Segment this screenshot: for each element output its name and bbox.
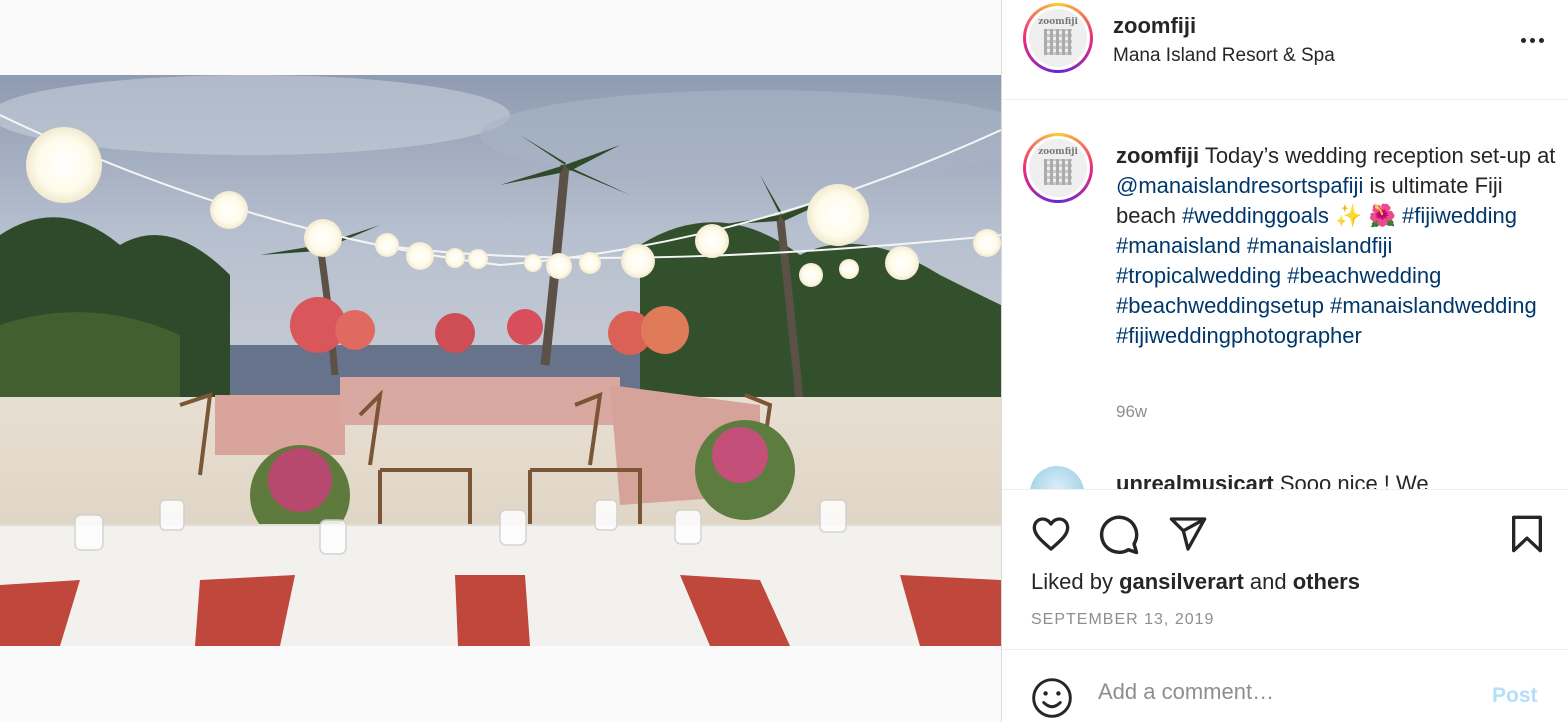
emoji-icon[interactable] — [1030, 676, 1074, 722]
hashtag-link[interactable]: #beachwedding — [1287, 263, 1441, 288]
commenter-avatar[interactable] — [1030, 466, 1084, 489]
hashtag-link[interactable]: #tropicalwedding — [1116, 263, 1281, 288]
caption-avatar[interactable]: zoomfiji — [1023, 133, 1093, 203]
bookmark-icon[interactable] — [1507, 512, 1547, 561]
hashtag-link[interactable]: #manaislandfiji — [1247, 233, 1393, 258]
comment-input[interactable] — [1098, 672, 1478, 712]
comments-section[interactable]: zoomfiji zoomfiji Today’s wedding recept… — [1002, 101, 1568, 489]
post-actions: Liked by gansilverart and others SEPTEMB… — [1002, 489, 1568, 649]
post-location[interactable]: Mana Island Resort & Spa — [1113, 45, 1335, 67]
post-photo[interactable] — [0, 75, 1001, 646]
caption-text: Today’s wedding reception set-up at — [1199, 143, 1556, 168]
comment-item: unrealmusicart Sooo nice ! We — [1116, 469, 1429, 489]
hashtag-link[interactable]: #beachweddingsetup — [1116, 293, 1324, 318]
caption-username[interactable]: zoomfiji — [1116, 143, 1199, 168]
media-pane — [0, 0, 1001, 722]
mention-link[interactable]: @manaislandresortspafiji — [1116, 173, 1363, 198]
hashtag-link[interactable]: #fijiweddingphotographer — [1116, 323, 1362, 348]
qr-code-icon — [1044, 29, 1072, 55]
post-date[interactable]: SEPTEMBER 13, 2019 — [1031, 611, 1214, 629]
likes-and: and — [1243, 569, 1293, 594]
commenter-username[interactable]: unrealmusicart — [1116, 471, 1274, 489]
avatar-logo-text: zoomfiji — [1038, 17, 1078, 27]
more-options-icon[interactable] — [1510, 28, 1554, 52]
post-side-panel: zoomfiji zoomfiji Mana Island Resort & S… — [1001, 0, 1568, 722]
likes-summary[interactable]: Liked by gansilverart and others — [1031, 569, 1360, 595]
hashtag-link[interactable]: #weddinggoals — [1182, 203, 1329, 228]
heart-icon[interactable] — [1030, 514, 1072, 559]
qr-code-icon — [1044, 159, 1072, 185]
comment-bar: Post — [1002, 649, 1568, 722]
comment-text: Sooo nice ! We — [1273, 471, 1429, 489]
post-caption: zoomfiji Today’s wedding reception set-u… — [1116, 141, 1556, 351]
post-comment-button[interactable]: Post — [1492, 684, 1538, 708]
avatar-logo-text: zoomfiji — [1038, 147, 1078, 157]
post-header: zoomfiji zoomfiji Mana Island Resort & S… — [1002, 0, 1568, 100]
author-username[interactable]: zoomfiji — [1113, 13, 1196, 39]
caption-time-ago[interactable]: 96w — [1116, 402, 1147, 422]
hashtag-link[interactable]: #fijiwedding — [1402, 203, 1517, 228]
author-avatar[interactable]: zoomfiji — [1023, 3, 1093, 73]
likes-prefix: Liked by — [1031, 569, 1120, 594]
comment-icon[interactable] — [1097, 514, 1141, 561]
liked-by-user[interactable]: gansilverart — [1119, 569, 1244, 594]
liked-by-others[interactable]: others — [1293, 569, 1360, 594]
share-icon[interactable] — [1166, 514, 1210, 559]
caption-emoji: ✨ 🌺 — [1328, 203, 1402, 228]
hashtag-link[interactable]: #manaisland — [1116, 233, 1241, 258]
hashtag-link[interactable]: #manaislandwedding — [1330, 293, 1537, 318]
